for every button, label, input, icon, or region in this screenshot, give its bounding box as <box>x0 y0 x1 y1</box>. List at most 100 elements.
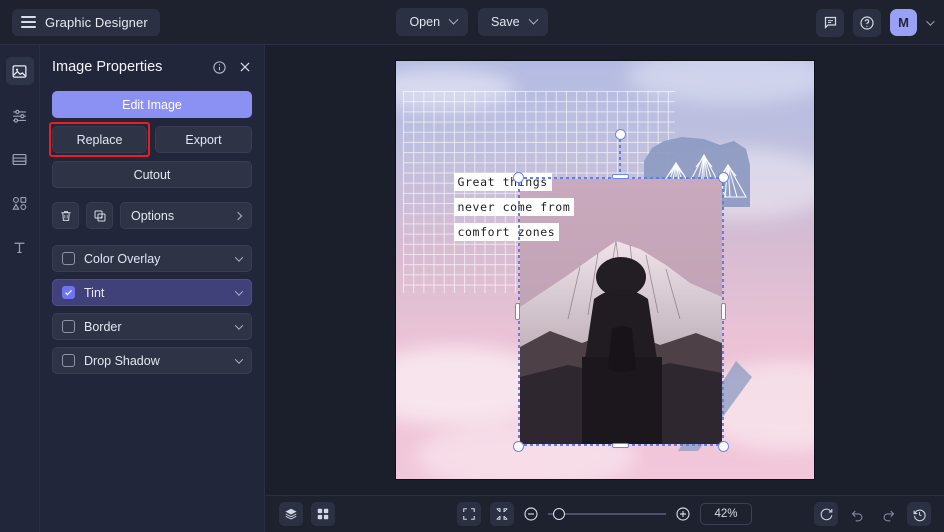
resize-handle-top-left[interactable] <box>512 172 524 183</box>
left-tool-rail <box>0 45 40 532</box>
resize-handle-bottom-center[interactable] <box>611 443 629 448</box>
zoom-level-value[interactable]: 42% <box>700 503 752 525</box>
duplicate-icon <box>94 210 105 221</box>
shapes-icon <box>12 196 27 210</box>
fit-screen-icon <box>463 508 475 520</box>
zoom-in-button[interactable] <box>675 506 691 522</box>
zoom-slider[interactable] <box>548 508 666 520</box>
checkbox[interactable] <box>62 354 75 367</box>
fit-screen-button[interactable] <box>457 502 481 526</box>
sidebar-item-shapes[interactable] <box>6 189 34 217</box>
page-title: Image Properties <box>52 59 163 75</box>
sidebar-item-image[interactable] <box>5 57 34 85</box>
resize-handle-top-right[interactable] <box>717 172 729 183</box>
history-controls <box>814 502 931 526</box>
comment-button[interactable] <box>816 8 844 37</box>
sidebar-item-text[interactable] <box>6 233 34 261</box>
chevron-right-icon <box>233 211 243 220</box>
replace-button[interactable]: Replace <box>52 126 147 153</box>
rotate-handle[interactable] <box>614 129 626 140</box>
image-properties-panel: Image Properties Edit Image Replace Expo… <box>40 45 265 532</box>
help-circle-icon <box>860 15 874 30</box>
checkbox[interactable] <box>62 320 75 333</box>
chevron-down-icon[interactable] <box>234 320 244 330</box>
effect-row-color-overlay[interactable]: Color Overlay <box>52 245 252 272</box>
replace-button-wrapper: Replace <box>49 122 150 157</box>
cutout-button[interactable]: Cutout <box>52 161 252 188</box>
effect-row-drop-shadow[interactable]: Drop Shadow <box>52 347 252 374</box>
info-circle-icon[interactable] <box>212 60 227 75</box>
resize-handle-middle-right[interactable] <box>720 303 726 320</box>
zoom-slider-knob[interactable] <box>553 508 565 520</box>
collapse-icon <box>496 508 508 520</box>
replace-export-row: Replace Export <box>49 122 252 157</box>
object-tools-row: Options <box>52 202 252 229</box>
selection-frame <box>512 129 729 452</box>
checkbox[interactable] <box>62 252 75 265</box>
app-title: Graphic Designer <box>45 14 148 30</box>
collapse-view-button[interactable] <box>490 502 514 526</box>
help-button[interactable] <box>853 8 881 37</box>
canvas-stage[interactable]: Great things never come from comfort zon… <box>265 45 944 495</box>
grid-icon <box>317 508 329 520</box>
zoom-in-icon <box>676 507 690 521</box>
reset-icon <box>820 508 832 520</box>
resize-handle-bottom-left[interactable] <box>512 441 524 452</box>
delete-button[interactable] <box>52 202 79 229</box>
chevron-down-icon[interactable] <box>234 354 244 364</box>
effect-row-tint[interactable]: Tint <box>52 279 252 306</box>
history-button[interactable] <box>907 502 931 526</box>
resize-handle-middle-left[interactable] <box>514 303 520 320</box>
open-menu-label: Open <box>409 15 441 29</box>
app-root: Graphic Designer Open Save M Image Prope… <box>0 0 944 532</box>
effect-label: Color Overlay <box>84 251 161 266</box>
export-button[interactable]: Export <box>155 126 252 153</box>
grid-view-button[interactable] <box>311 502 335 526</box>
effect-row-border[interactable]: Border <box>52 313 252 340</box>
check-icon <box>65 289 72 296</box>
layers-button[interactable] <box>279 502 303 526</box>
history-icon <box>913 509 926 521</box>
redo-button[interactable] <box>876 502 900 526</box>
panel-header-actions <box>212 60 252 75</box>
chevron-down-icon[interactable] <box>234 252 244 262</box>
chevron-down-icon[interactable] <box>234 286 244 296</box>
save-menu-label: Save <box>491 15 520 29</box>
reset-button[interactable] <box>814 502 838 526</box>
bottom-bar: 42% <box>265 495 944 532</box>
zoom-out-button[interactable] <box>523 506 539 522</box>
duplicate-button[interactable] <box>86 202 113 229</box>
close-icon[interactable] <box>238 60 252 74</box>
text-icon <box>14 242 25 253</box>
brand-menu-button[interactable]: Graphic Designer <box>12 8 160 36</box>
resize-handle-bottom-right[interactable] <box>717 441 729 452</box>
panel-header: Image Properties <box>52 59 252 75</box>
open-menu-button[interactable]: Open <box>396 8 469 36</box>
layers-icon <box>285 508 297 520</box>
save-menu-button[interactable]: Save <box>478 8 548 36</box>
effect-label: Border <box>84 319 122 334</box>
comment-icon <box>824 16 836 30</box>
options-label: Options <box>131 208 175 223</box>
effect-label: Tint <box>84 285 105 300</box>
artboard[interactable]: Great things never come from comfort zon… <box>395 61 814 479</box>
edit-image-button[interactable]: Edit Image <box>52 91 252 118</box>
effect-label: Drop Shadow <box>84 353 160 368</box>
chevron-down-icon[interactable] <box>926 16 935 26</box>
sidebar-item-adjust[interactable] <box>6 101 34 129</box>
top-center-menus: Open Save <box>367 8 577 36</box>
avatar[interactable]: M <box>890 9 917 36</box>
top-right-controls: M <box>816 0 935 45</box>
layout-icon <box>12 153 27 165</box>
hamburger-icon[interactable] <box>21 16 36 28</box>
effects-list: Color Overlay Tint Border Drop Shadow <box>52 245 252 374</box>
checkbox[interactable] <box>62 286 75 299</box>
sidebar-item-layout[interactable] <box>6 145 34 173</box>
top-bar: Graphic Designer Open Save M <box>0 0 944 45</box>
zoom-controls: 42% <box>455 502 755 526</box>
undo-icon <box>851 510 862 521</box>
chevron-down-icon <box>528 14 538 25</box>
options-button[interactable]: Options <box>120 202 252 229</box>
image-icon <box>12 64 27 78</box>
undo-button[interactable] <box>845 502 869 526</box>
